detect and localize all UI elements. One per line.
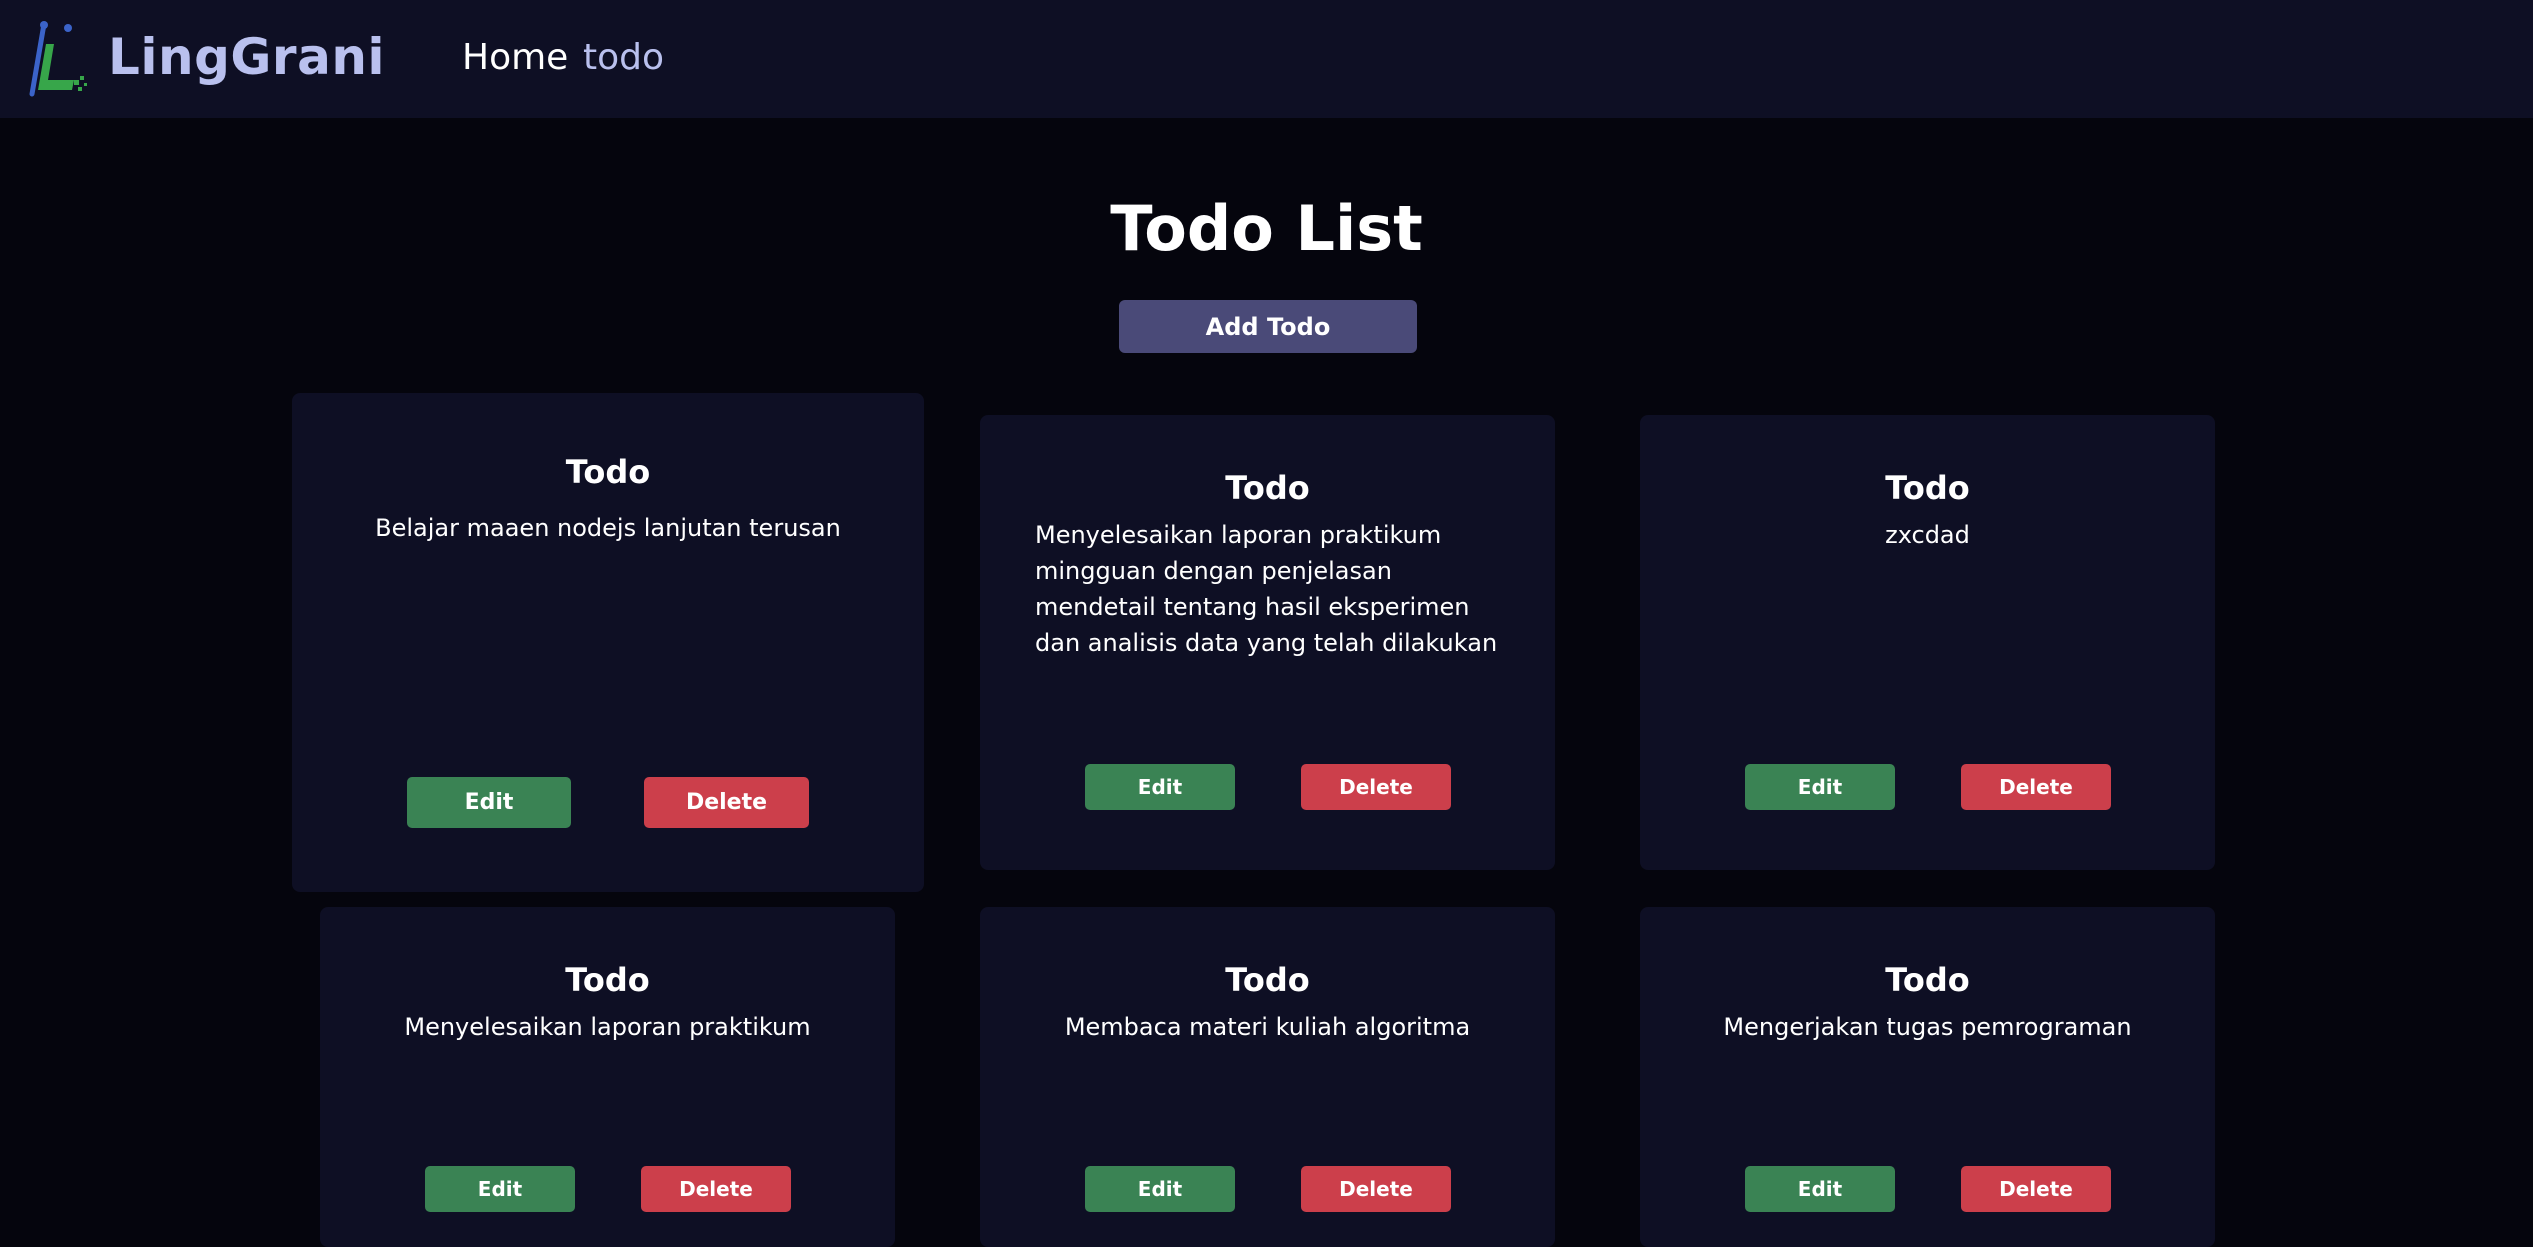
todo-title: Todo — [565, 961, 650, 999]
linggrani-logo-icon — [29, 21, 87, 97]
todo-card: Todo Belajar maaen nodejs lanjutan terus… — [292, 393, 924, 892]
edit-button[interactable]: Edit — [1085, 764, 1235, 810]
todo-card: Todo Membaca materi kuliah algoritma Edi… — [980, 907, 1555, 1247]
nav-link-todo[interactable]: todo — [583, 37, 664, 78]
nav-link-home[interactable]: Home — [462, 37, 568, 78]
delete-button[interactable]: Delete — [1961, 764, 2111, 810]
navbar: LingGrani Home todo — [0, 0, 2533, 118]
todo-card: Todo Menyelesaikan laporan praktikum min… — [980, 415, 1555, 870]
todo-card: Todo Menyelesaikan laporan praktikum Edi… — [320, 907, 895, 1247]
delete-button[interactable]: Delete — [641, 1166, 791, 1212]
delete-button[interactable]: Delete — [1301, 1166, 1451, 1212]
edit-button[interactable]: Edit — [1745, 1166, 1895, 1212]
todo-description: zxcdad — [1885, 521, 1970, 549]
todo-title: Todo — [1885, 961, 1970, 999]
todo-description: Mengerjakan tugas pemrograman — [1723, 1013, 2132, 1041]
page-title: Todo List — [1110, 192, 1423, 265]
todo-card: Todo Mengerjakan tugas pemrograman Edit … — [1640, 907, 2215, 1247]
add-todo-button[interactable]: Add Todo — [1119, 300, 1417, 353]
brand-name[interactable]: LingGrani — [108, 28, 385, 86]
todo-title: Todo — [1885, 469, 1970, 507]
todo-title: Todo — [1225, 469, 1310, 507]
todo-description: Membaca materi kuliah algoritma — [1064, 1013, 1471, 1041]
todo-card: Todo zxcdad Edit Delete — [1640, 415, 2215, 870]
delete-button[interactable]: Delete — [1301, 764, 1451, 810]
todo-description: Menyelesaikan laporan praktikum mingguan… — [1035, 521, 1498, 657]
todo-title: Todo — [565, 453, 651, 491]
edit-button[interactable]: Edit — [1745, 764, 1895, 810]
delete-button[interactable]: Delete — [1961, 1166, 2111, 1212]
todo-description: Menyelesaikan laporan praktikum — [404, 1013, 811, 1041]
edit-button[interactable]: Edit — [407, 777, 571, 828]
edit-button[interactable]: Edit — [425, 1166, 575, 1212]
todo-title: Todo — [1225, 961, 1310, 999]
todo-description: Belajar maaen nodejs lanjutan terusan — [375, 514, 841, 542]
delete-button[interactable]: Delete — [644, 777, 809, 828]
edit-button[interactable]: Edit — [1085, 1166, 1235, 1212]
